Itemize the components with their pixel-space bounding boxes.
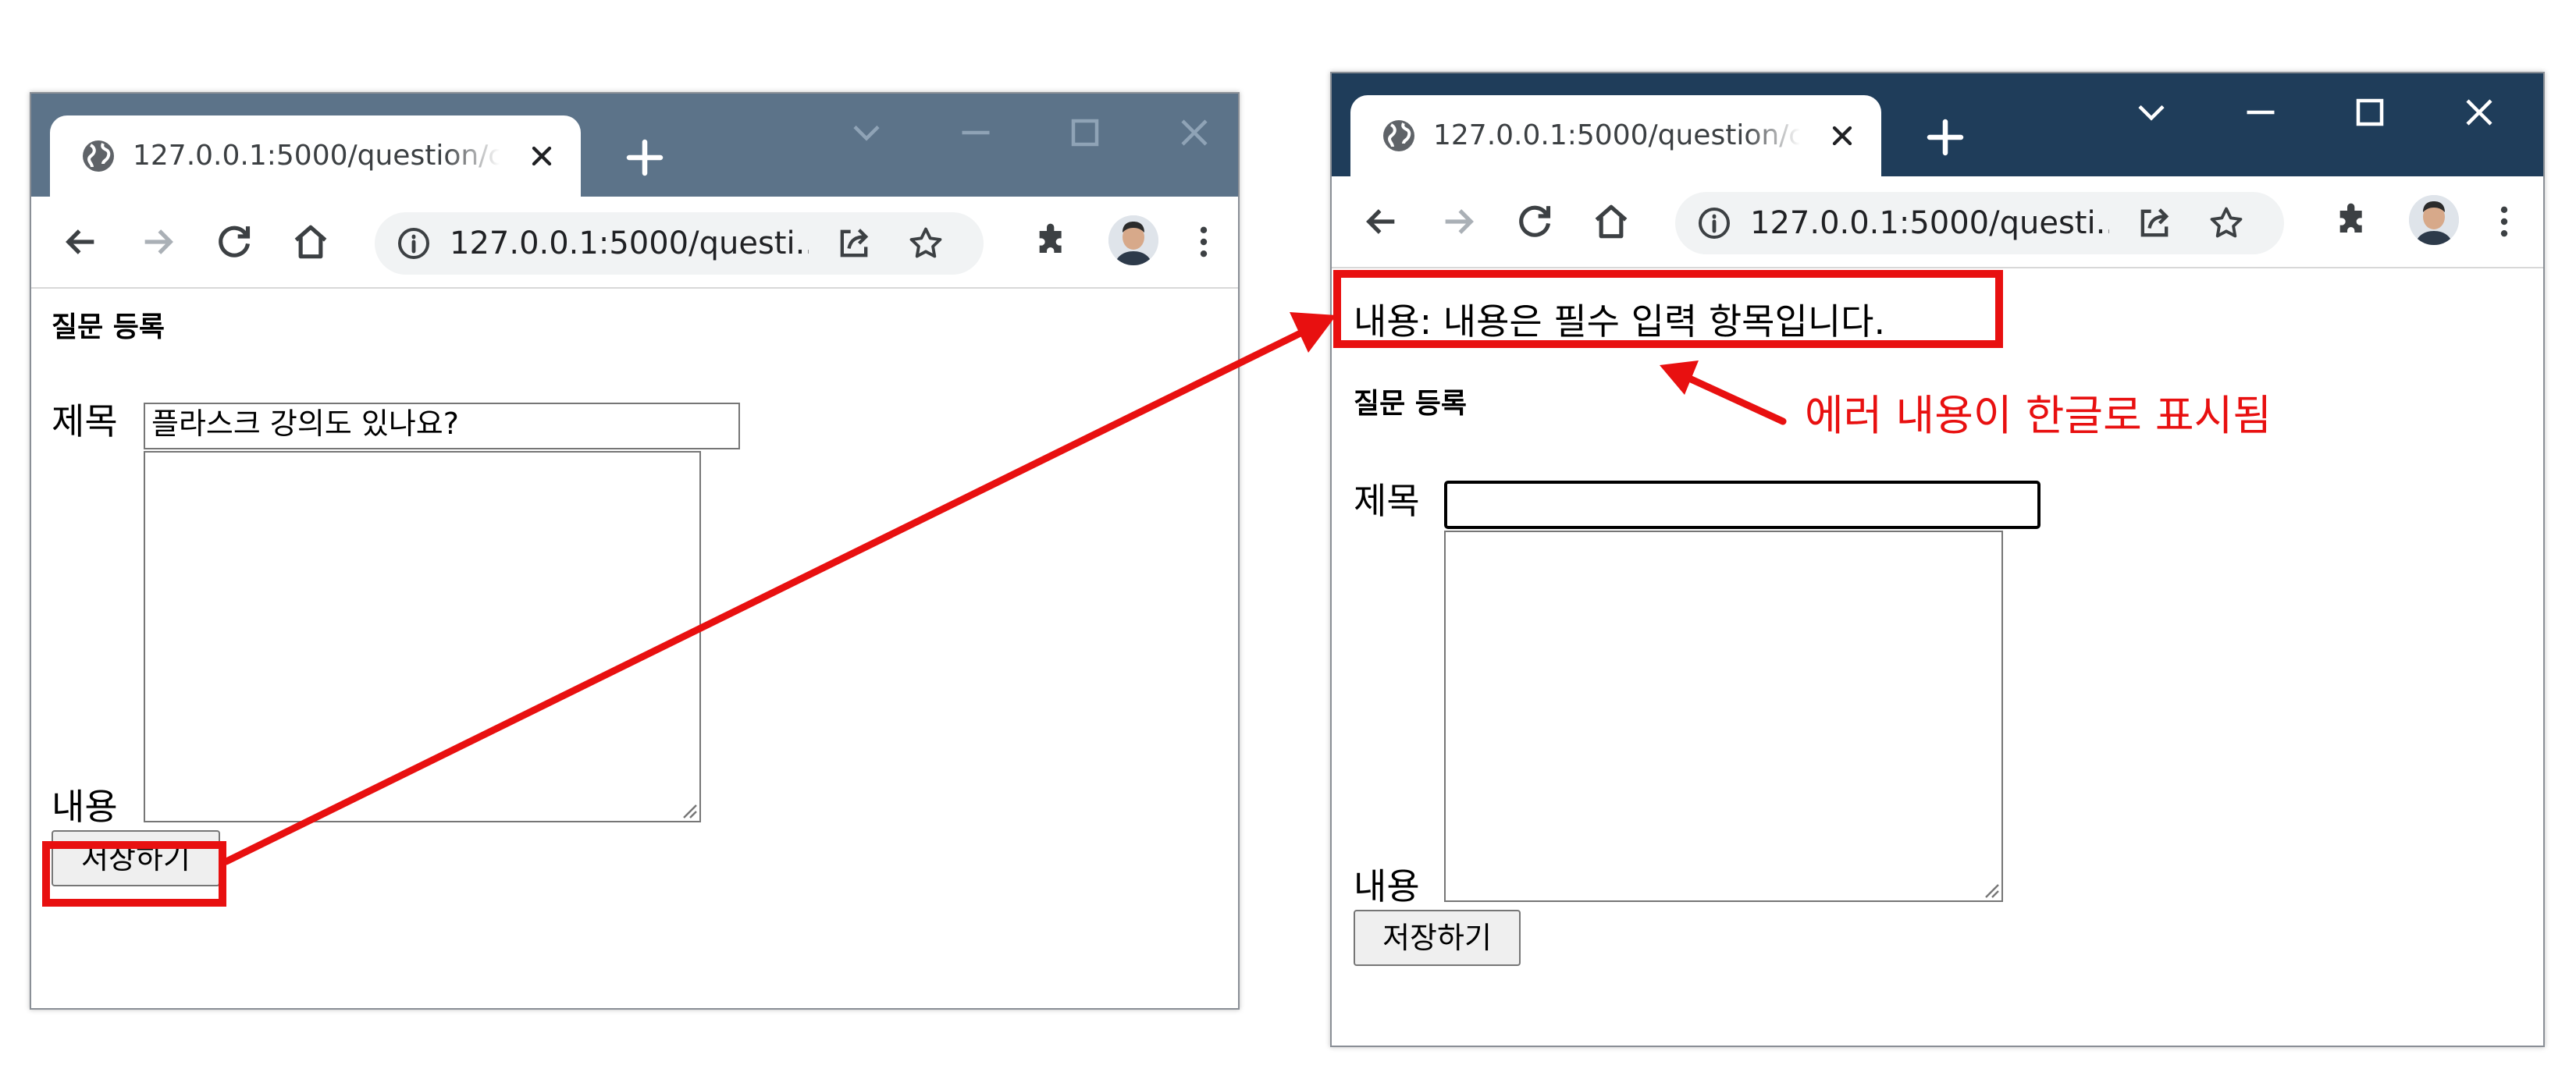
save-button-highlight [42,841,226,907]
person-icon [2409,195,2459,245]
profile-avatar[interactable] [2409,195,2459,245]
content-label: 내용 [1354,865,1420,907]
resize-grip-icon[interactable] [1981,880,2000,899]
maximize-icon[interactable] [2347,89,2393,136]
error-message-highlight [1333,270,2003,348]
content-label: 내용 [52,786,118,828]
info-icon[interactable] [1695,204,1733,242]
page-content: 내용: 내용은 필수 입력 항목입니다. 질문 등록 제목 내용 저장하기 [1332,268,2543,1046]
close-tab-icon[interactable] [1827,120,1858,151]
browser-window-right: 127.0.0.1:5000/question/create [1330,72,2545,1047]
home-icon[interactable] [289,220,333,264]
close-window-icon[interactable] [2456,89,2503,136]
page-title: 질문 등록 [52,311,165,343]
close-window-icon[interactable] [1171,109,1218,156]
person-icon [1108,215,1158,265]
address-bar[interactable]: 127.0.0.1:5000/questi... [1675,192,2284,254]
back-icon[interactable] [59,220,103,264]
toolbar: 127.0.0.1:5000/questi... [31,197,1238,289]
globe-icon [1383,120,1414,151]
new-tab-icon[interactable] [1922,114,1969,161]
subject-label: 제목 [52,400,118,442]
share-icon[interactable] [834,223,874,264]
forward-icon[interactable] [136,220,180,264]
more-menu-icon[interactable] [1182,220,1226,264]
chevron-down-icon[interactable] [843,109,890,156]
annotation-label: 에러 내용이 한글로 표시됨 [1805,391,2272,440]
subject-label: 제목 [1354,480,1420,522]
info-icon[interactable] [395,225,432,262]
browser-tab[interactable]: 127.0.0.1:5000/question/create [1350,95,1881,176]
tab-title: 127.0.0.1:5000/question/create [133,140,500,172]
browser-tab[interactable]: 127.0.0.1:5000/question/create [50,115,581,197]
subject-input[interactable] [1444,481,2041,529]
chevron-down-icon[interactable] [2128,89,2175,136]
resize-grip-icon[interactable] [679,801,698,819]
back-icon[interactable] [1360,200,1404,243]
bookmark-star-icon[interactable] [906,223,946,264]
home-icon[interactable] [1589,200,1633,243]
forward-icon[interactable] [1436,200,1480,243]
extensions-puzzle-icon[interactable] [1030,220,1074,264]
subject-input[interactable]: 플라스크 강의도 있나요? [144,403,740,449]
page-title: 질문 등록 [1354,388,1468,420]
globe-icon [83,140,114,172]
reload-icon[interactable] [212,220,256,264]
url-text: 127.0.0.1:5000/questi... [450,225,809,261]
content-textarea[interactable] [1444,531,2003,902]
title-bar: 127.0.0.1:5000/question/create [1332,73,2543,176]
url-text: 127.0.0.1:5000/questi... [1750,205,2109,241]
share-icon[interactable] [2134,203,2175,243]
profile-avatar[interactable] [1108,215,1158,265]
close-tab-icon[interactable] [526,140,557,172]
reload-icon[interactable] [1513,200,1557,243]
maximize-icon[interactable] [1062,109,1108,156]
title-bar: 127.0.0.1:5000/question/create [31,94,1238,197]
address-bar[interactable]: 127.0.0.1:5000/questi... [375,212,984,275]
content-textarea[interactable] [144,451,701,822]
extensions-puzzle-icon[interactable] [2331,200,2375,243]
save-button[interactable]: 저장하기 [1354,910,1521,966]
more-menu-icon[interactable] [2482,200,2526,243]
tab-title: 127.0.0.1:5000/question/create [1433,119,1800,151]
toolbar: 127.0.0.1:5000/questi... [1332,176,2543,268]
new-tab-icon[interactable] [621,134,668,181]
minimize-icon[interactable] [2237,89,2284,136]
bookmark-star-icon[interactable] [2206,203,2247,243]
minimize-icon[interactable] [952,109,999,156]
